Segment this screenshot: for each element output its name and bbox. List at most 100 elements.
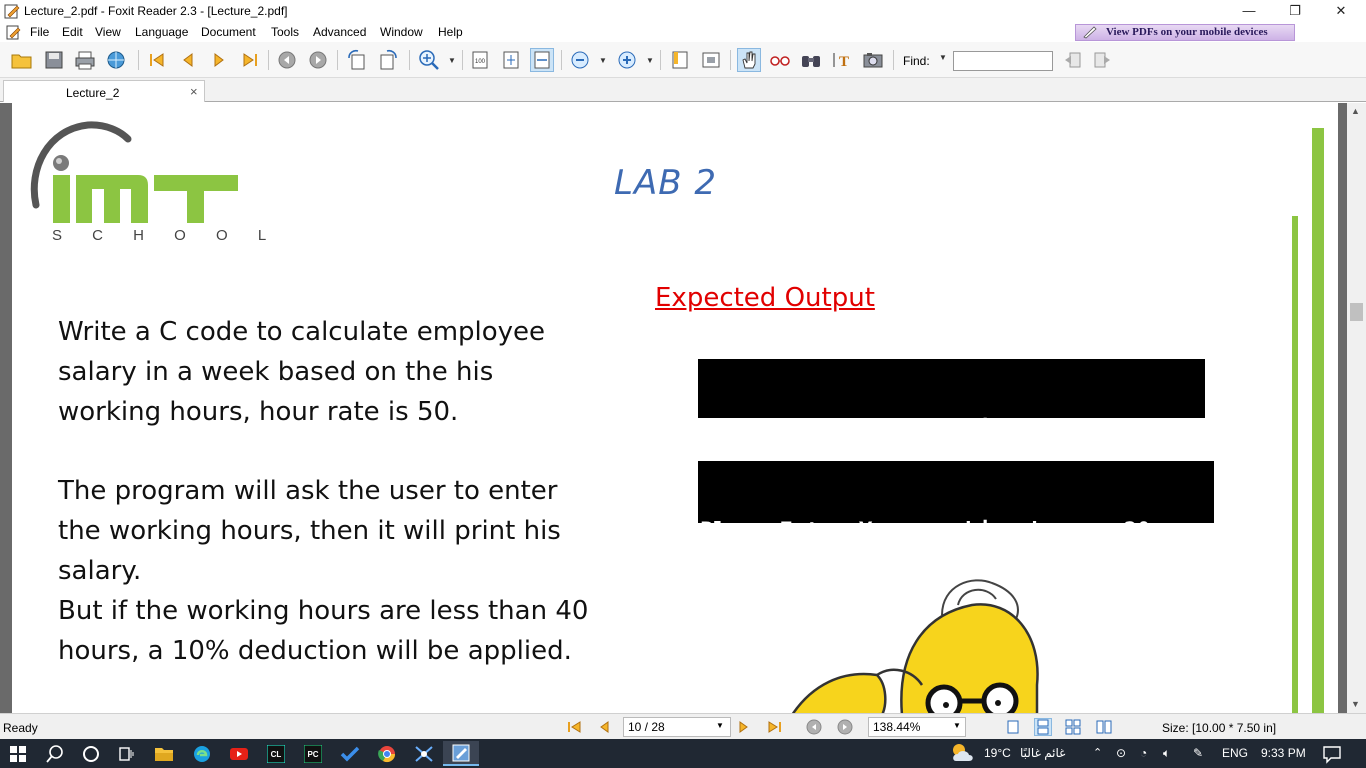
input-language-indicator[interactable]: ENG [1222, 746, 1248, 760]
scroll-up-arrow-icon[interactable]: ▲ [1351, 106, 1360, 116]
menu-edit[interactable]: Edit [62, 25, 83, 39]
actual-size-button[interactable]: 100 [468, 48, 492, 72]
first-page-button[interactable] [145, 48, 169, 72]
cortana-button[interactable] [73, 741, 109, 766]
rotate-left-button[interactable] [345, 48, 369, 72]
youtube-icon [230, 747, 248, 760]
zoom-tool-dropdown[interactable]: ▼ [448, 56, 456, 65]
text-select-button[interactable]: T [830, 48, 854, 72]
svg-text:CL: CL [271, 750, 282, 759]
mobile-devices-banner[interactable]: View PDFs on your mobile devices [1075, 24, 1295, 41]
bookmarks-button[interactable] [668, 48, 692, 72]
document-menu-icon[interactable] [6, 24, 22, 40]
single-page-view-button[interactable] [1004, 718, 1022, 736]
taskbar-edge[interactable] [184, 741, 220, 766]
scrollbar-thumb[interactable] [1350, 303, 1363, 321]
windows-taskbar: CL PC 19°C غائم غالبًا ⌃ ⊙ ◔ 🔈︎ ✎ ENG 9:… [0, 739, 1366, 768]
show-hidden-icons-chevron-icon[interactable]: ⌃ [1093, 746, 1102, 759]
close-window-button[interactable]: ✕ [1318, 0, 1364, 22]
continuous-view-button[interactable] [1034, 718, 1052, 736]
snapshot-button[interactable] [861, 48, 885, 72]
vertical-scrollbar[interactable]: ▲ ▼ [1347, 103, 1366, 713]
menu-window[interactable]: Window [380, 25, 423, 39]
back-circle-icon [278, 51, 296, 69]
menu-tools[interactable]: Tools [271, 25, 299, 39]
weather-icon[interactable] [950, 741, 978, 765]
console-line: Plese Enter Your working hours: 20 [700, 519, 1151, 544]
rotate-right-button[interactable] [376, 48, 400, 72]
status-prev-page-button[interactable] [595, 718, 613, 736]
menu-document[interactable]: Document [201, 25, 256, 39]
taskbar-pycharm[interactable]: PC [295, 741, 331, 766]
hand-tool-button[interactable] [737, 48, 761, 72]
status-next-page-button[interactable] [735, 718, 753, 736]
taskbar-network-tool[interactable] [406, 741, 442, 766]
zoom-in-tool-button[interactable] [417, 48, 441, 72]
find-previous-button[interactable] [1060, 48, 1084, 72]
chevron-down-icon[interactable]: ▼ [716, 721, 724, 730]
find-input[interactable] [953, 51, 1053, 71]
taskbar-file-explorer[interactable] [146, 741, 182, 766]
back-button[interactable] [275, 48, 299, 72]
text-select-icon: T [833, 53, 849, 70]
forward-button[interactable] [306, 48, 330, 72]
search-tool-button[interactable] [799, 48, 823, 72]
task-view-button[interactable] [108, 741, 144, 766]
zoom-in-dropdown[interactable]: ▼ [646, 56, 654, 65]
start-button[interactable] [0, 741, 36, 766]
menu-view[interactable]: View [95, 25, 121, 39]
pen-icon[interactable]: ✎ [1193, 746, 1203, 760]
taskbar-foxit-reader[interactable] [443, 741, 479, 766]
taskbar-todo[interactable] [332, 741, 368, 766]
zoom-out-dropdown[interactable]: ▼ [599, 56, 607, 65]
status-forward-button[interactable] [836, 718, 854, 736]
save-button[interactable] [42, 48, 66, 72]
taskbar-chrome[interactable] [369, 741, 405, 766]
fit-page-button[interactable] [499, 48, 523, 72]
last-page-button[interactable] [238, 48, 262, 72]
find-next-button[interactable] [1091, 48, 1115, 72]
page-number-field[interactable]: 10 / 28 ▼ [623, 717, 731, 737]
minimize-button[interactable]: — [1226, 0, 1272, 22]
taskbar-search-button[interactable] [37, 741, 73, 766]
fullscreen-button[interactable] [699, 48, 723, 72]
zoom-level-field[interactable]: 138.44% ▼ [868, 717, 966, 737]
status-back-button[interactable] [805, 718, 823, 736]
document-viewport[interactable]: S C H O O L LAB 2 Expected Output Write … [0, 103, 1366, 713]
menu-advanced[interactable]: Advanced [313, 25, 366, 39]
menu-file[interactable]: File [30, 25, 49, 39]
notifications-button[interactable] [1322, 744, 1342, 764]
clock-time[interactable]: 9:33 PM [1261, 746, 1306, 760]
continuous-facing-view-button[interactable] [1095, 718, 1113, 736]
tab-lecture-2[interactable]: Lecture_2 × [3, 80, 205, 102]
foxit-app-icon[interactable] [4, 3, 20, 19]
volume-icon[interactable]: 🔈︎ [1163, 746, 1170, 761]
menu-help[interactable]: Help [438, 25, 463, 39]
open-button[interactable] [10, 48, 34, 72]
facing-view-button[interactable] [1064, 718, 1082, 736]
weather-temperature[interactable]: 19°C [984, 746, 1011, 760]
zoom-in-button[interactable] [615, 48, 639, 72]
meet-now-icon[interactable]: ⊙ [1116, 746, 1126, 760]
taskbar-youtube[interactable] [221, 741, 257, 766]
status-last-page-button[interactable] [766, 718, 784, 736]
print-button[interactable] [73, 48, 97, 72]
tab-close-button[interactable]: × [190, 84, 198, 99]
status-first-page-button[interactable] [565, 718, 583, 736]
plus-circle-icon [618, 51, 636, 69]
web-button[interactable] [104, 48, 128, 72]
weather-description[interactable]: غائم غالبًا [1020, 746, 1065, 760]
menu-language[interactable]: Language [135, 25, 188, 39]
reading-button[interactable] [768, 48, 792, 72]
taskbar-clion[interactable]: CL [258, 741, 294, 766]
checkmark-icon [340, 746, 360, 761]
find-options-dropdown[interactable]: ▼ [939, 53, 947, 62]
restore-button[interactable]: ❐ [1272, 0, 1318, 22]
prev-page-button[interactable] [176, 48, 200, 72]
chevron-down-icon[interactable]: ▼ [953, 721, 961, 730]
zoom-out-button[interactable] [568, 48, 592, 72]
fit-width-button[interactable] [530, 48, 554, 72]
wifi-icon[interactable]: ◔ [1140, 746, 1147, 760]
scroll-down-arrow-icon[interactable]: ▼ [1351, 699, 1360, 709]
next-page-button[interactable] [207, 48, 231, 72]
